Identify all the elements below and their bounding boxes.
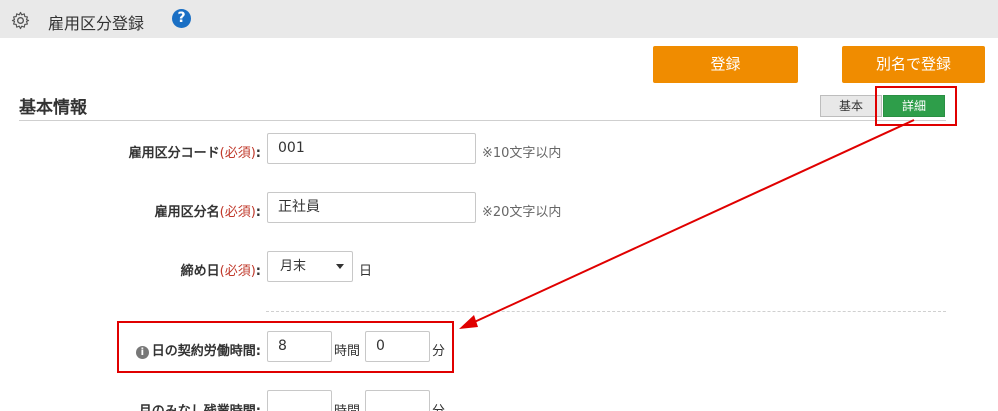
annotation-arrow	[459, 119, 915, 329]
page: 雇用区分登録 ? 登録 別名で登録 基本情報 基本 詳細 雇用区分コード(必須)…	[0, 0, 998, 411]
